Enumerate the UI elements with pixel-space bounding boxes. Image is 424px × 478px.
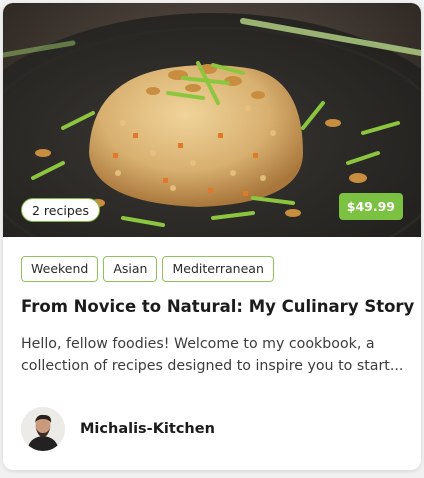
card-title[interactable]: From Novice to Natural: My Culinary Stor…: [21, 297, 414, 316]
avatar: [21, 407, 65, 451]
cover-image[interactable]: 2 recipes $49.99: [3, 3, 421, 237]
price-badge: $49.99: [338, 193, 403, 220]
recipes-count-badge: 2 recipes: [21, 198, 100, 222]
author-photo: [21, 407, 65, 451]
author-name[interactable]: Michalis-Kitchen: [80, 421, 215, 437]
tag-asian[interactable]: Asian: [103, 256, 158, 282]
card-description: Hello, fellow foodies! Welcome to my coo…: [21, 336, 404, 374]
cookbook-card[interactable]: 2 recipes $49.99 Weekend Asian Mediterra…: [3, 3, 421, 470]
tag-list: Weekend Asian Mediterranean: [21, 256, 274, 282]
tag-mediterranean[interactable]: Mediterranean: [162, 256, 274, 282]
author[interactable]: Michalis-Kitchen: [21, 407, 215, 451]
tag-weekend[interactable]: Weekend: [21, 256, 99, 282]
